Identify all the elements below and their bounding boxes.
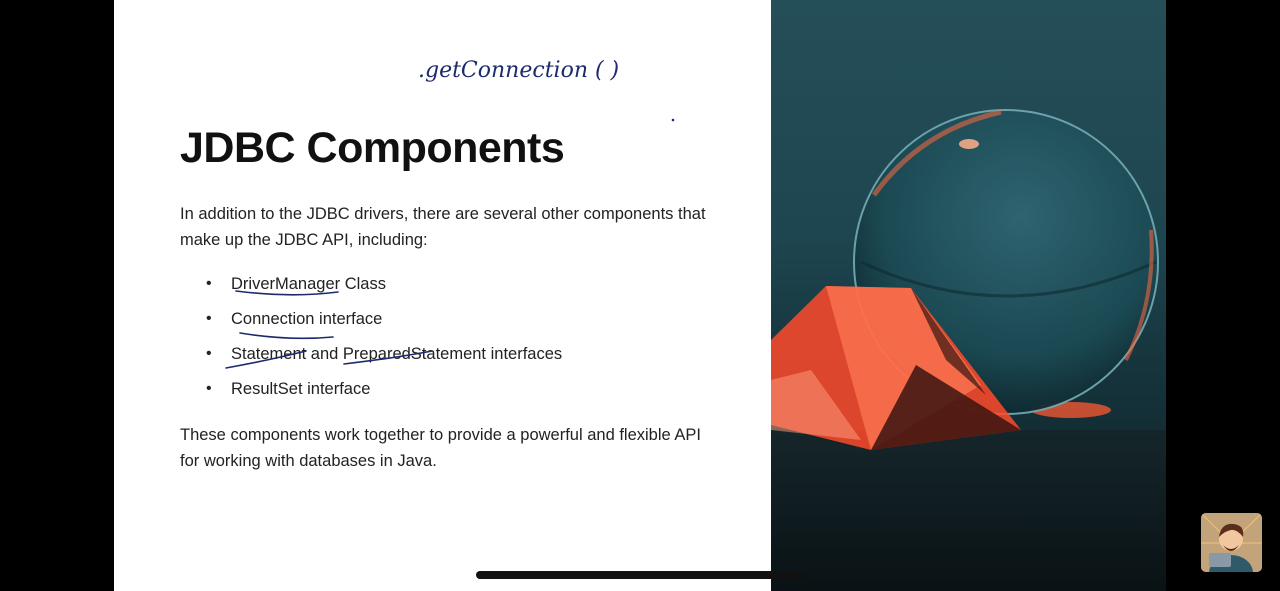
intro-text: In addition to the JDBC drivers, there a… [180,205,706,249]
outro-text: These components work together to provid… [180,426,701,470]
slide-title: JDBC Components [180,124,565,172]
avatar-cartoon-icon [1201,513,1262,572]
home-indicator[interactable] [476,571,805,579]
list-item-resultset: ResultSet interface [198,377,562,412]
list-item-statement: Statement and PreparedStatement interfac… [198,342,562,377]
term-resultset: ResultSet interface [231,380,371,398]
slide: JDBC Components In addition to the JDBC … [114,0,771,591]
component-list: DriverManager Class Connection interface… [198,272,562,412]
handwritten-annotation: .getConnection ( ) [418,58,620,83]
term-preparedstatement: PreparedStatement [342,345,487,363]
crystal-prism-illustration [771,109,1166,591]
term-drivermanager: DriverManager [231,275,341,293]
term-connection: Connection interface [231,310,383,328]
list-item-connection: Connection interface [198,307,562,342]
avatar[interactable] [1201,513,1262,572]
term-statement: Statement [231,345,307,363]
decorative-photo [771,0,1166,591]
list-item-drivermanager: DriverManager Class [198,272,562,307]
